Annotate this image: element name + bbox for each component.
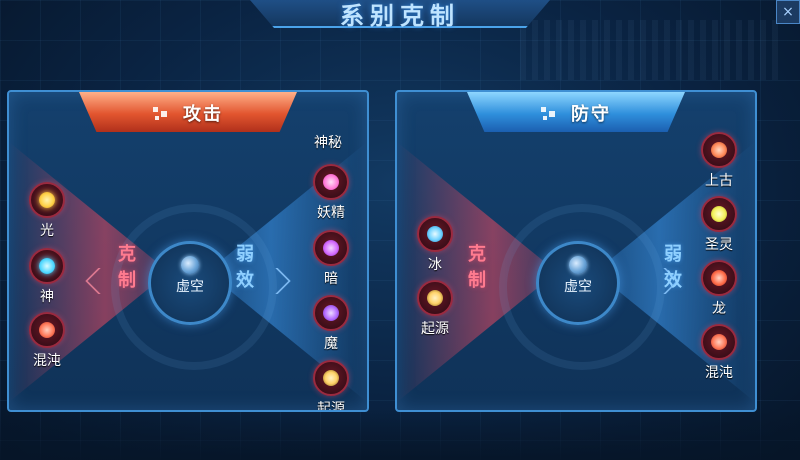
dragon-icon bbox=[711, 270, 727, 286]
section-icon bbox=[541, 107, 555, 121]
defense-weak-dragon[interactable]: 龙 bbox=[694, 260, 744, 318]
chaos-icon bbox=[711, 334, 727, 350]
chaos-icon bbox=[39, 322, 55, 338]
attack-strong-chaos[interactable]: 混沌 bbox=[22, 312, 72, 370]
close-button[interactable]: × bbox=[776, 0, 800, 24]
attack-title: 攻击 bbox=[183, 104, 223, 125]
center-element-void[interactable]: 虚空 bbox=[536, 241, 620, 325]
void-icon bbox=[569, 256, 587, 274]
ice-icon bbox=[427, 226, 443, 242]
origin-icon bbox=[427, 290, 443, 306]
fairy-icon bbox=[323, 174, 339, 190]
attack-weak-mystic[interactable]: 神秘 bbox=[314, 132, 342, 152]
right-chevron-icon bbox=[271, 268, 295, 294]
attack-weak-fairy[interactable]: 妖精 bbox=[306, 164, 356, 222]
demon-icon bbox=[323, 305, 339, 321]
defense-weak-holy-spirit[interactable]: 圣灵 bbox=[694, 196, 744, 254]
defense-title: 防守 bbox=[571, 104, 611, 125]
void-icon bbox=[181, 256, 199, 274]
defense-weak-chaos[interactable]: 混沌 bbox=[694, 324, 744, 382]
light-sun-icon bbox=[39, 192, 55, 208]
weak-label: 弱 效 bbox=[236, 244, 254, 291]
attack-weak-dark[interactable]: 暗 bbox=[306, 230, 356, 288]
section-icon bbox=[153, 107, 167, 121]
dark-icon bbox=[323, 240, 339, 256]
attack-panel: 攻击 克 制 弱 效 虚空 光 神 混沌 神秘 妖精 暗 魔 起源 bbox=[7, 90, 369, 412]
attack-strong-light[interactable]: 光 bbox=[22, 182, 72, 240]
weak-label: 弱 效 bbox=[664, 244, 682, 291]
strong-label: 克 制 bbox=[118, 244, 136, 291]
attack-weak-origin[interactable]: 起源 bbox=[306, 360, 356, 410]
defense-weak-ancient[interactable]: 上古 bbox=[694, 132, 744, 190]
strong-label: 克 制 bbox=[468, 244, 486, 291]
divine-icon bbox=[39, 258, 55, 274]
ancient-icon bbox=[711, 142, 727, 158]
attack-strong-divine[interactable]: 神 bbox=[22, 248, 72, 306]
defense-panel: 防守 克 制 弱 效 虚空 冰 起源 上古 圣灵 龙 混沌 bbox=[395, 90, 757, 412]
defense-strong-ice[interactable]: 冰 bbox=[410, 216, 460, 274]
defense-strong-origin[interactable]: 起源 bbox=[410, 280, 460, 338]
holy-spirit-icon bbox=[711, 206, 727, 222]
attack-weak-demon[interactable]: 魔 bbox=[306, 295, 356, 353]
page-title: 系别克制 bbox=[340, 2, 460, 30]
center-label: 虚空 bbox=[176, 279, 204, 295]
center-element-void[interactable]: 虚空 bbox=[148, 241, 232, 325]
left-chevron-icon bbox=[81, 268, 105, 294]
defense-header: 防守 bbox=[467, 92, 685, 132]
origin-icon bbox=[323, 370, 339, 386]
attack-header: 攻击 bbox=[79, 92, 297, 132]
center-label: 虚空 bbox=[564, 279, 592, 295]
background-footer bbox=[0, 408, 800, 460]
